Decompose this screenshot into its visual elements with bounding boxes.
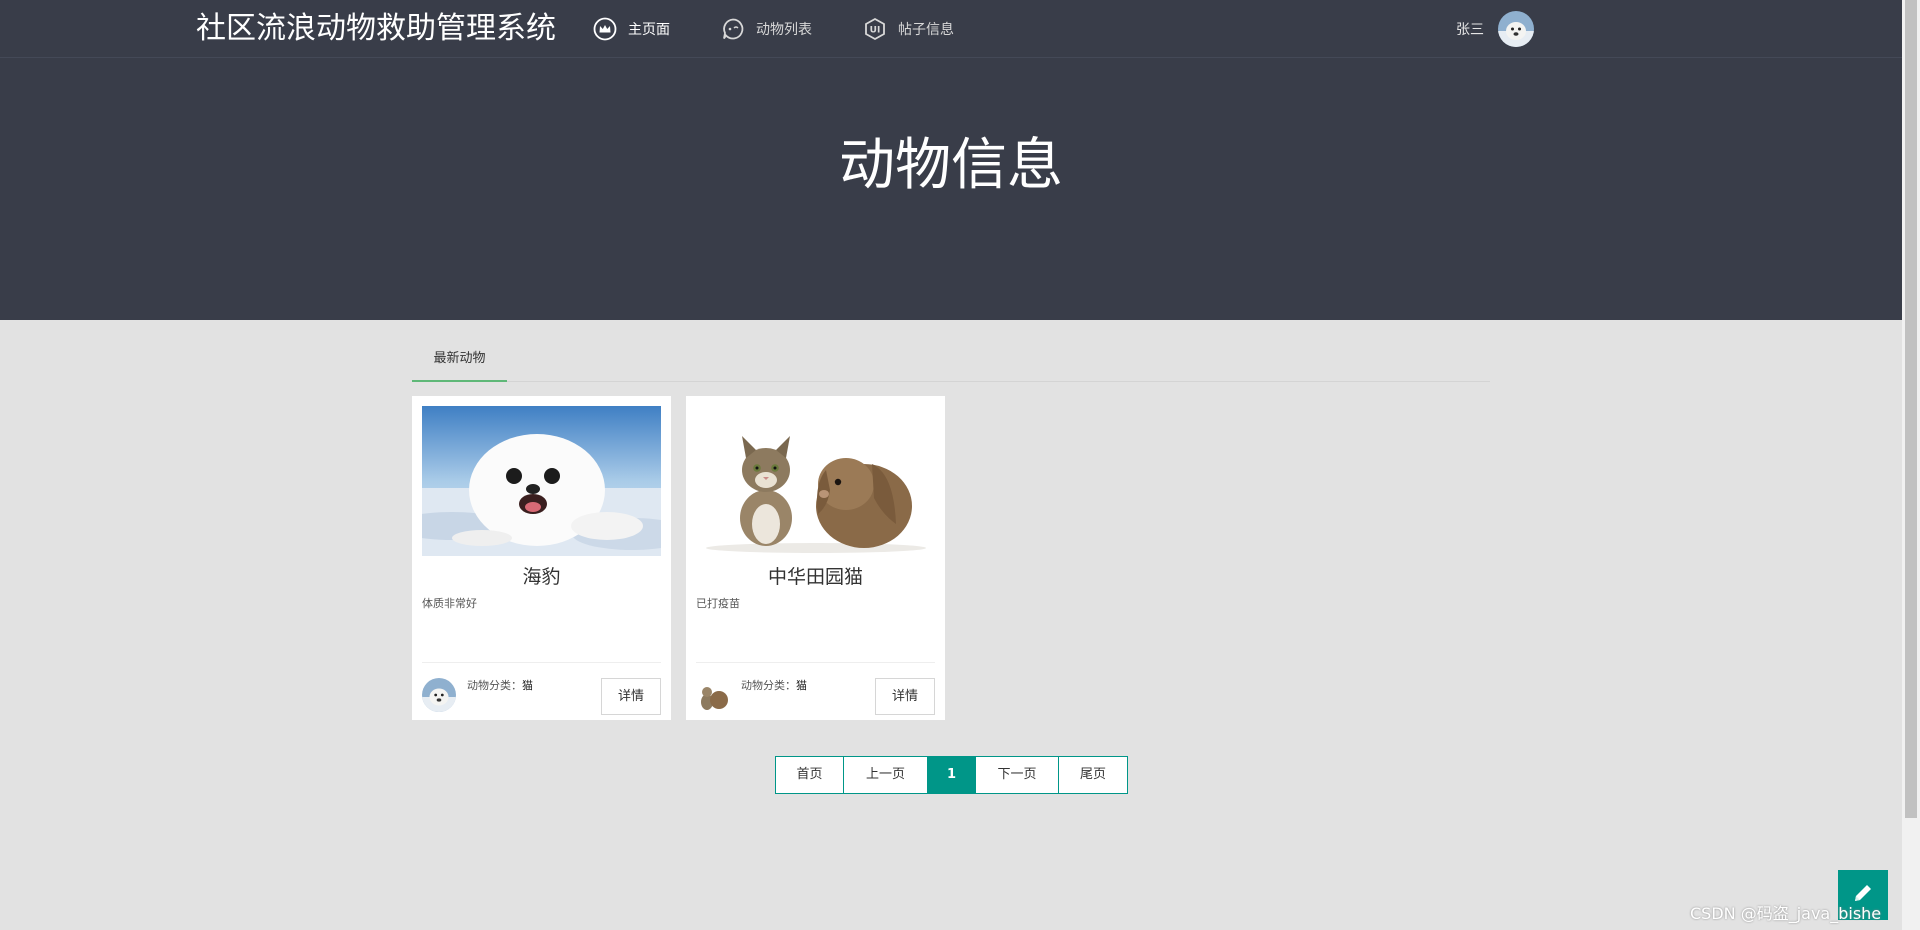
page-first[interactable]: 首页 bbox=[776, 757, 844, 793]
top-navbar: 社区流浪动物救助管理系统 主页面 动物列表 UI 帖子信息 张三 bbox=[0, 0, 1902, 58]
animal-category: 动物分类：猫 bbox=[741, 677, 807, 693]
animal-category: 动物分类：猫 bbox=[467, 677, 533, 693]
page-next[interactable]: 下一页 bbox=[976, 757, 1059, 793]
avatar[interactable] bbox=[1498, 11, 1534, 47]
page-scrollbar[interactable] bbox=[1902, 0, 1920, 930]
main-nav: 主页面 动物列表 UI 帖子信息 bbox=[592, 0, 1004, 58]
site-brand[interactable]: 社区流浪动物救助管理系统 bbox=[196, 10, 556, 48]
animal-name[interactable]: 海豹 bbox=[412, 562, 671, 589]
animal-description: 体质非常好 bbox=[422, 597, 477, 610]
category-label: 动物分类： bbox=[467, 679, 522, 692]
nav-label-posts: 帖子信息 bbox=[898, 22, 954, 38]
page-title: 动物信息 bbox=[839, 133, 1063, 198]
card-divider bbox=[696, 662, 935, 663]
scrollbar-thumb[interactable] bbox=[1905, 0, 1917, 818]
crown-icon bbox=[592, 16, 618, 42]
detail-button[interactable]: 详情 bbox=[601, 678, 661, 715]
animal-description: 已打疫苗 bbox=[696, 597, 740, 610]
category-value: 猫 bbox=[796, 679, 807, 692]
detail-button[interactable]: 详情 bbox=[875, 678, 935, 715]
animal-photo-seal[interactable] bbox=[422, 406, 661, 556]
tab-bar: 最新动物 bbox=[412, 344, 1490, 382]
user-menu[interactable]: 张三 bbox=[1456, 10, 1534, 48]
nav-item-home[interactable]: 主页面 bbox=[592, 0, 670, 58]
animal-name[interactable]: 中华田园猫 bbox=[686, 562, 945, 589]
avatar bbox=[696, 678, 730, 712]
page-banner: 动物信息 bbox=[0, 58, 1902, 320]
animal-card: 海豹 体质非常好 动物分类：猫 详情 bbox=[412, 396, 671, 720]
svg-text:UI: UI bbox=[870, 26, 881, 36]
page-current[interactable]: 1 bbox=[928, 757, 976, 793]
username: 张三 bbox=[1456, 22, 1484, 38]
category-value: 猫 bbox=[522, 679, 533, 692]
tab-latest-animals[interactable]: 最新动物 bbox=[412, 344, 507, 382]
nav-item-posts[interactable]: UI 帖子信息 bbox=[862, 0, 954, 58]
animal-card: 中华田园猫 已打疫苗 动物分类：猫 详情 bbox=[686, 396, 945, 720]
avatar bbox=[422, 678, 456, 712]
animal-photo-cat-rabbit[interactable] bbox=[696, 406, 935, 556]
page-last[interactable]: 尾页 bbox=[1059, 757, 1127, 793]
nav-label-animal-list: 动物列表 bbox=[756, 22, 812, 38]
chat-bubble-icon bbox=[720, 16, 746, 42]
page-prev[interactable]: 上一页 bbox=[844, 757, 928, 793]
nav-label-home: 主页面 bbox=[628, 22, 670, 38]
watermark: CSDN @码盗_java_bishe bbox=[1690, 904, 1882, 923]
card-divider bbox=[422, 662, 661, 663]
ui-shield-icon: UI bbox=[862, 16, 888, 42]
pagination: 首页 上一页 1 下一页 尾页 bbox=[775, 756, 1128, 794]
nav-item-animal-list[interactable]: 动物列表 bbox=[720, 0, 812, 58]
category-label: 动物分类： bbox=[741, 679, 796, 692]
